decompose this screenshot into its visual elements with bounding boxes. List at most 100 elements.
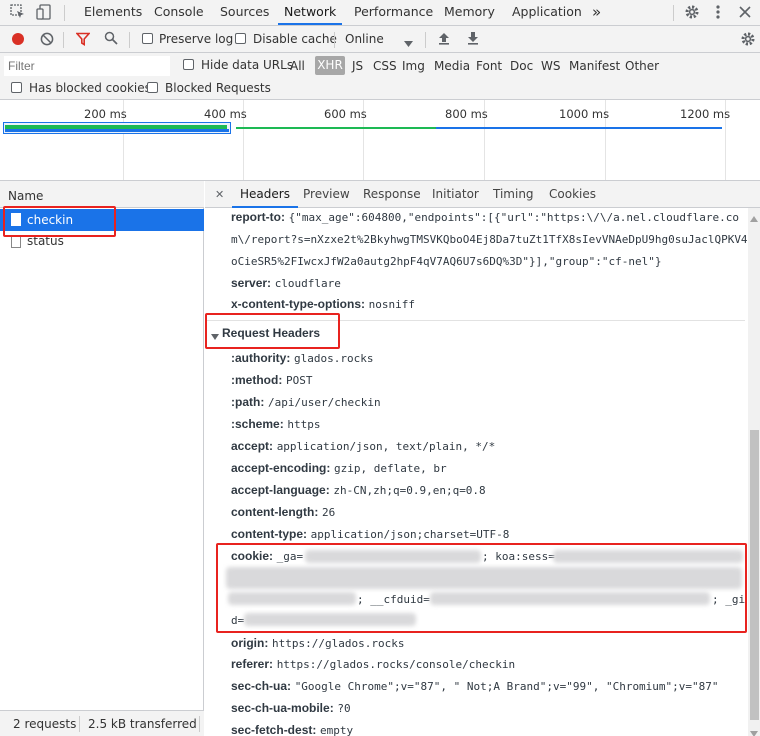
header-key: sec-fetch-dest:	[231, 723, 317, 736]
type-filter-other[interactable]: Other	[625, 59, 659, 73]
header-value: ?0	[337, 702, 351, 715]
header-row: accept-encoding: gzip, deflate, br	[231, 461, 447, 475]
annotation-box-cookie	[216, 543, 747, 633]
header-value: https://glados.rocks	[271, 637, 405, 650]
more-options-icon[interactable]	[715, 4, 721, 20]
header-value: https	[287, 418, 321, 431]
header-value: oCieSR5%2FIwcxJfW2a0autg2hpF4qV7AQ6U7s6D…	[231, 255, 662, 268]
filter-icon[interactable]	[75, 32, 91, 46]
type-filter-ws[interactable]: WS	[541, 59, 560, 73]
disable-cache-checkbox[interactable]	[235, 33, 246, 44]
has-blocked-cookies-checkbox[interactable]	[11, 82, 22, 93]
header-value: https://glados.rocks/console/checkin	[276, 658, 516, 671]
header-row: report-to: {"max_age":604800,"endpoints"…	[231, 210, 739, 224]
settings-gear-icon[interactable]	[684, 4, 700, 20]
tab-network[interactable]: Network	[278, 0, 343, 25]
header-value: glados.rocks	[293, 352, 374, 365]
close-detail-icon[interactable]: ✕	[215, 181, 224, 208]
header-row: :authority: glados.rocks	[231, 351, 373, 365]
timeline-tick: 800 ms	[445, 107, 488, 121]
header-value: "Google Chrome";v="87", " Not;A Brand";v…	[294, 680, 719, 693]
header-value: m\/report?s=nXzxe2t%2BkyhwgTMSVKQboO4Ej8…	[231, 233, 748, 246]
filter-input[interactable]	[4, 56, 170, 76]
annotation-box-checkin	[3, 206, 116, 237]
type-filter-css[interactable]: CSS	[373, 59, 397, 73]
type-filter-all[interactable]: All	[290, 59, 305, 73]
preserve-log-checkbox[interactable]	[142, 33, 153, 44]
device-toolbar-icon[interactable]	[36, 4, 52, 20]
more-tabs-icon[interactable]: »	[592, 0, 601, 25]
header-row: content-length: 26	[231, 505, 335, 519]
detail-scrollbar-thumb[interactable]	[750, 430, 759, 720]
tab-headers[interactable]: Headers	[232, 181, 298, 208]
record-icon[interactable]	[11, 32, 25, 46]
header-value: application/json;charset=UTF-8	[310, 528, 510, 541]
timeline-tick: 400 ms	[204, 107, 247, 121]
status-bar: 2 requests 2.5 kB transferred	[0, 710, 204, 736]
request-list-header[interactable]: Name	[0, 181, 204, 208]
header-row: origin: https://glados.rocks	[231, 636, 404, 650]
tab-application[interactable]: Application	[512, 0, 582, 25]
header-key: server:	[231, 276, 272, 290]
devtools-tab-bar: Elements Console Sources Network Perform…	[0, 0, 760, 26]
header-key: :method:	[231, 373, 283, 387]
header-row: accept-language: zh-CN,zh;q=0.9,en;q=0.8	[231, 483, 486, 497]
header-key: accept-language:	[231, 483, 330, 497]
tab-cookies[interactable]: Cookies	[549, 181, 596, 208]
type-filter-font[interactable]: Font	[476, 59, 502, 73]
tab-response[interactable]: Response	[363, 181, 421, 208]
tab-elements[interactable]: Elements	[84, 0, 142, 25]
header-row: sec-ch-ua-mobile: ?0	[231, 701, 351, 715]
close-devtools-icon[interactable]	[738, 5, 752, 19]
request-count: 2 requests	[13, 717, 77, 731]
export-har-icon[interactable]	[467, 31, 479, 45]
header-value: zh-CN,zh;q=0.9,en;q=0.8	[333, 484, 486, 497]
hide-data-urls-checkbox[interactable]	[183, 59, 194, 70]
import-har-icon[interactable]	[438, 31, 450, 45]
inspect-element-icon[interactable]	[10, 4, 26, 20]
header-row: :method: POST	[231, 373, 312, 387]
request-list: Name checkin status 2 requests 2.5 kB tr…	[0, 181, 204, 736]
header-value: 26	[321, 506, 336, 519]
network-settings-icon[interactable]	[740, 31, 756, 47]
blocked-requests-checkbox[interactable]	[147, 82, 158, 93]
header-key: accept-encoding:	[231, 461, 331, 475]
header-row: x-content-type-options: nosniff	[231, 297, 415, 311]
tab-sources[interactable]: Sources	[220, 0, 269, 25]
detail-tab-bar: ✕ Headers Preview Response Initiator Tim…	[205, 181, 760, 208]
type-filter-xhr[interactable]: XHR	[315, 56, 345, 75]
timeline-bar-status-download	[436, 127, 722, 129]
type-filter-manifest[interactable]: Manifest	[569, 59, 620, 73]
name-column-header[interactable]: Name	[8, 189, 43, 203]
tab-timing[interactable]: Timing	[493, 181, 534, 208]
timeline-bar-status	[236, 127, 436, 129]
type-filter-js[interactable]: JS	[352, 59, 363, 73]
header-key: content-type:	[231, 527, 307, 541]
header-key: :path:	[231, 395, 265, 409]
dropdown-arrow-icon[interactable]	[404, 36, 413, 47]
clear-icon[interactable]	[40, 32, 54, 46]
header-row: server: cloudflare	[231, 276, 341, 290]
annotation-box-request-headers	[205, 313, 340, 349]
tab-initiator[interactable]: Initiator	[432, 181, 479, 208]
tab-performance[interactable]: Performance	[354, 0, 433, 25]
scroll-down-icon[interactable]	[750, 726, 758, 736]
tab-console[interactable]: Console	[154, 0, 204, 25]
header-key: origin:	[231, 636, 269, 650]
has-blocked-cookies-label: Has blocked cookies	[29, 81, 151, 95]
header-value: empty	[320, 724, 354, 736]
type-filter-doc[interactable]: Doc	[510, 59, 533, 73]
timeline-tick: 1000 ms	[559, 107, 610, 121]
timeline-tick: 1200 ms	[680, 107, 731, 121]
header-row: content-type: application/json;charset=U…	[231, 527, 509, 541]
scroll-up-icon[interactable]	[750, 211, 758, 222]
tab-memory[interactable]: Memory	[444, 0, 495, 25]
search-icon[interactable]	[104, 31, 118, 45]
header-key: sec-ch-ua-mobile:	[231, 701, 334, 715]
tab-preview[interactable]: Preview	[303, 181, 350, 208]
type-filter-img[interactable]: Img	[402, 59, 425, 73]
timeline-overview[interactable]: 200 ms 400 ms 600 ms 800 ms 1000 ms 1200…	[0, 100, 760, 181]
type-filter-media[interactable]: Media	[434, 59, 470, 73]
throttling-select[interactable]: Online	[345, 32, 384, 46]
header-row: :path: /api/user/checkin	[231, 395, 381, 409]
